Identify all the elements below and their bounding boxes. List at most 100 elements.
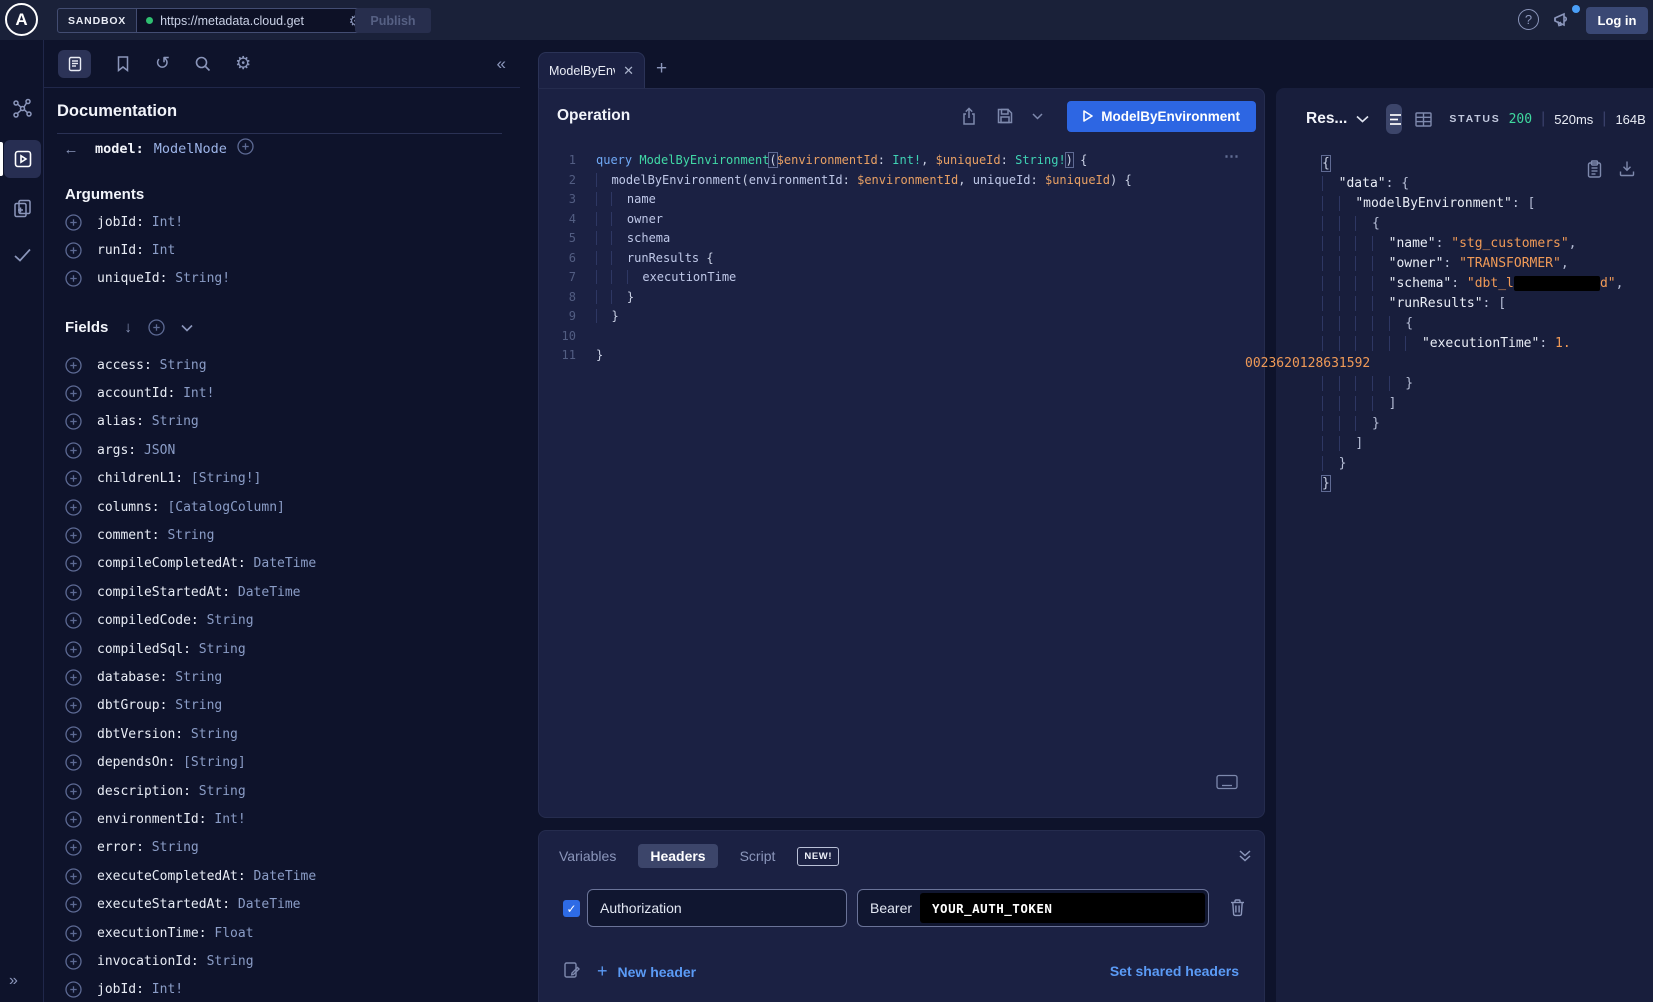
field-type[interactable]: DateTime: [238, 897, 301, 912]
add-to-operation-plus-icon[interactable]: [65, 555, 82, 572]
add-to-operation-plus-icon[interactable]: [65, 242, 82, 259]
field-row[interactable]: dbtVersion: String: [65, 720, 505, 748]
documentation-tab-selected[interactable]: [58, 50, 91, 78]
close-tab-icon[interactable]: ✕: [623, 63, 634, 79]
add-to-operation-plus-icon[interactable]: [65, 499, 82, 516]
add-to-operation-plus-icon[interactable]: [65, 385, 82, 402]
add-to-operation-plus-icon[interactable]: [65, 214, 82, 231]
publish-button[interactable]: Publish: [355, 8, 431, 33]
operation-tab[interactable]: ModelByEnvi... ✕: [538, 52, 645, 89]
breadcrumb-type[interactable]: ModelNode: [154, 141, 227, 157]
add-to-operation-plus-icon[interactable]: [65, 697, 82, 714]
code-line[interactable]: 5 schema: [556, 229, 1224, 249]
login-button[interactable]: Log in: [1586, 7, 1648, 34]
raw-view-toggle-selected[interactable]: [1386, 104, 1402, 134]
add-to-operation-plus-icon[interactable]: [65, 612, 82, 629]
response-chevron-down-icon[interactable]: [1356, 115, 1369, 123]
field-type[interactable]: String: [167, 528, 214, 543]
bookmarks-icon[interactable]: [115, 55, 131, 72]
code-line[interactable]: 6 runResults {: [556, 249, 1224, 269]
field-row[interactable]: childrenL1: [String!]: [65, 465, 505, 493]
add-to-operation-plus-icon[interactable]: [65, 811, 82, 828]
code-line[interactable]: 9 }: [556, 307, 1224, 327]
operation-collections-icon[interactable]: [12, 198, 33, 224]
add-to-operation-plus-icon[interactable]: [65, 669, 82, 686]
field-type[interactable]: Int: [152, 243, 175, 258]
add-to-operation-plus-icon[interactable]: [65, 442, 82, 459]
collapse-panel-double-chevron-icon[interactable]: [1238, 849, 1252, 868]
field-type[interactable]: [String!]: [191, 471, 261, 486]
history-icon[interactable]: ↺: [155, 53, 170, 74]
field-type[interactable]: Int!: [152, 215, 183, 230]
field-row[interactable]: database: String: [65, 663, 505, 691]
fields-chevron-down-icon[interactable]: [181, 324, 193, 332]
code-line[interactable]: 10: [556, 327, 1224, 347]
field-type[interactable]: Int!: [183, 386, 214, 401]
field-row[interactable]: dbtGroup: String: [65, 692, 505, 720]
settings-gear-icon[interactable]: ⚙: [235, 53, 251, 74]
add-to-operation-plus-icon[interactable]: [65, 868, 82, 885]
code-line[interactable]: 7 executionTime: [556, 268, 1224, 288]
field-row[interactable]: columns: [CatalogColumn]: [65, 493, 505, 521]
tab-script[interactable]: Script: [740, 848, 776, 864]
collapse-docs-icon[interactable]: «: [497, 54, 506, 74]
code-line[interactable]: 11}: [556, 346, 1224, 366]
field-row[interactable]: jobId: Int!: [65, 976, 505, 1002]
add-to-operation-plus-icon[interactable]: [65, 641, 82, 658]
add-to-operation-plus-icon[interactable]: [65, 270, 82, 287]
field-row[interactable]: compiledSql: String: [65, 635, 505, 663]
add-to-operation-plus-icon[interactable]: [65, 981, 82, 998]
field-type[interactable]: JSON: [144, 443, 175, 458]
field-type[interactable]: DateTime: [254, 556, 317, 571]
save-operation-icon[interactable]: [996, 107, 1014, 125]
field-row[interactable]: compiledCode: String: [65, 607, 505, 635]
help-icon[interactable]: ?: [1518, 9, 1539, 30]
field-row[interactable]: executeStartedAt: DateTime: [65, 890, 505, 918]
field-type[interactable]: DateTime: [238, 585, 301, 600]
add-to-operation-plus-icon[interactable]: [65, 527, 82, 544]
tab-headers[interactable]: Headers: [638, 844, 717, 868]
auth-token-value[interactable]: YOUR_AUTH_TOKEN: [920, 893, 1205, 923]
code-line[interactable]: 2 modelByEnvironment(environmentId: $env…: [556, 171, 1224, 191]
field-type[interactable]: String: [175, 698, 222, 713]
expand-rail-icon[interactable]: »: [9, 972, 18, 990]
add-to-operation-plus-icon[interactable]: [65, 470, 82, 487]
header-enabled-checkbox[interactable]: ✓: [563, 900, 580, 917]
add-to-operation-plus-icon[interactable]: [65, 584, 82, 601]
new-header-button[interactable]: + New header: [597, 961, 696, 982]
field-type[interactable]: Int!: [152, 982, 183, 997]
search-icon[interactable]: [194, 55, 211, 72]
run-operation-button[interactable]: ModelByEnvironment: [1067, 101, 1256, 132]
editor-overflow-menu-icon[interactable]: ⋯: [1224, 147, 1240, 165]
argument-row[interactable]: runId: Int: [65, 236, 495, 264]
code-line[interactable]: 4 owner: [556, 210, 1224, 230]
back-arrow-icon[interactable]: ←: [57, 141, 85, 158]
sort-fields-icon[interactable]: ↓: [124, 319, 132, 336]
field-row[interactable]: executionTime: Float: [65, 919, 505, 947]
field-type[interactable]: Int!: [214, 812, 245, 827]
field-type[interactable]: String: [199, 784, 246, 799]
add-to-operation-plus-icon[interactable]: [65, 413, 82, 430]
response-json-viewer[interactable]: { "data": { "modelByEnvironment": [ { "n…: [1322, 154, 1649, 494]
new-tab-icon[interactable]: +: [656, 58, 667, 80]
response-title[interactable]: Res...: [1306, 110, 1347, 128]
add-to-operation-plus-icon[interactable]: [65, 925, 82, 942]
field-row[interactable]: args: JSON: [65, 436, 505, 464]
code-line[interactable]: 8 }: [556, 288, 1224, 308]
argument-row[interactable]: jobId: Int!: [65, 208, 495, 236]
announcements-icon[interactable]: [1551, 8, 1574, 36]
field-row[interactable]: dependsOn: [String]: [65, 748, 505, 776]
field-row[interactable]: description: String: [65, 777, 505, 805]
field-type[interactable]: [String]: [183, 755, 246, 770]
explorer-icon[interactable]: [13, 149, 33, 174]
code-line[interactable]: 1query ModelByEnvironment($environmentId…: [556, 151, 1224, 171]
field-type[interactable]: Float: [214, 926, 253, 941]
delete-header-trash-icon[interactable]: [1229, 898, 1246, 917]
field-type[interactable]: DateTime: [254, 869, 317, 884]
set-shared-headers-link[interactable]: Set shared headers: [1110, 963, 1239, 979]
field-row[interactable]: access: String: [65, 351, 505, 379]
field-type[interactable]: String!: [175, 271, 230, 286]
field-row[interactable]: comment: String: [65, 521, 505, 549]
field-row[interactable]: invocationId: String: [65, 947, 505, 975]
schema-graph-icon[interactable]: [12, 98, 33, 124]
